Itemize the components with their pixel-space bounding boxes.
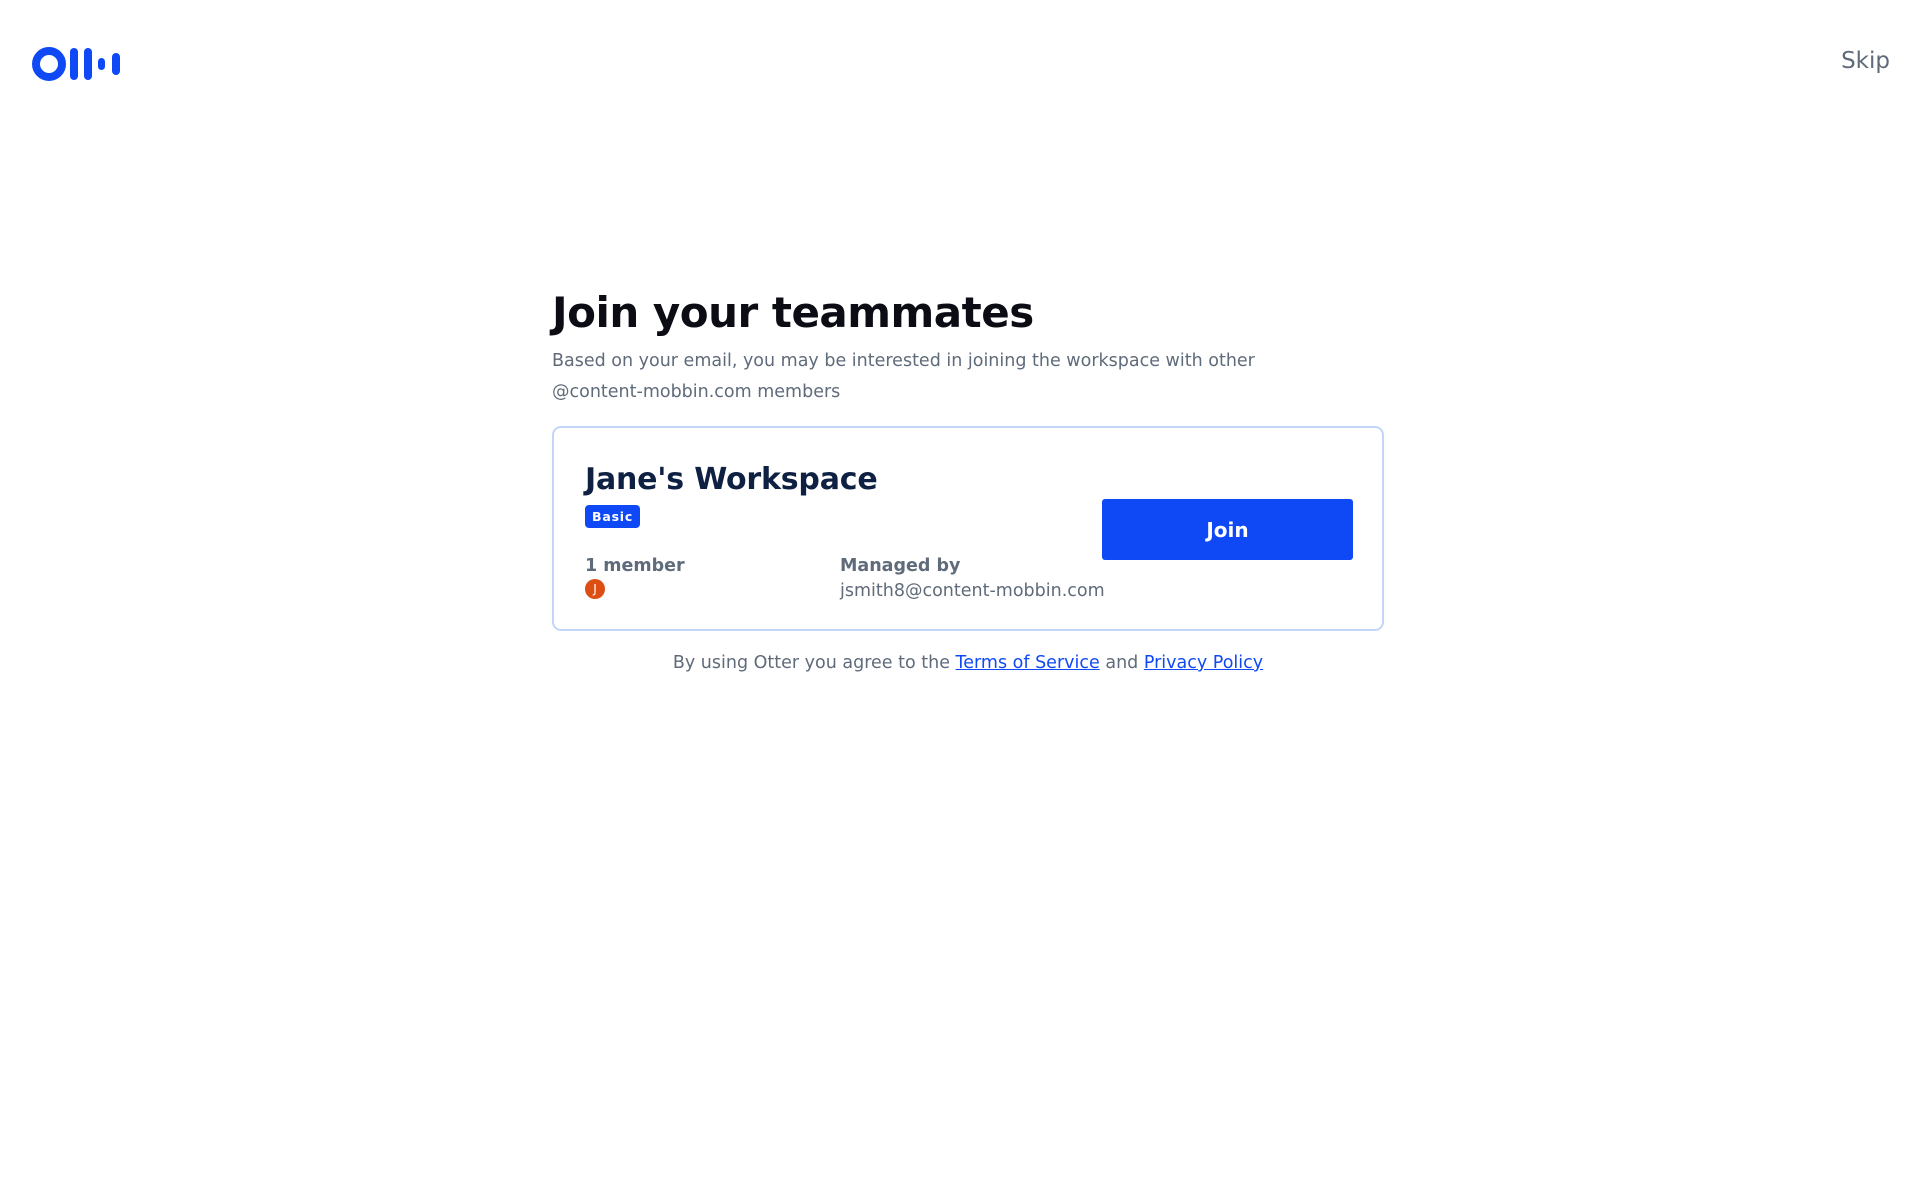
managed-by-email: jsmith8@content-mobbin.com bbox=[840, 581, 1105, 601]
member-count: 1 member bbox=[585, 556, 685, 576]
page-title: Join your teammates bbox=[552, 288, 1034, 337]
legal-conjunction: and bbox=[1105, 653, 1139, 673]
workspace-name: Jane's Workspace bbox=[585, 462, 878, 497]
avatar: J bbox=[585, 579, 605, 599]
workspace-card: Jane's Workspace Basic 1 member J Manage… bbox=[552, 426, 1384, 631]
terms-of-service-link[interactable]: Terms of Service bbox=[956, 653, 1100, 673]
page: Skip Join your teammates Based on your e… bbox=[0, 0, 1920, 1200]
page-subtitle: Based on your email, you may be interest… bbox=[552, 351, 1255, 402]
skip-link[interactable]: Skip bbox=[1841, 48, 1890, 74]
plan-badge: Basic bbox=[585, 505, 641, 528]
managed-by-label: Managed by bbox=[840, 556, 961, 576]
legal-notice: By using Otter you agree to the Terms of… bbox=[552, 653, 1384, 673]
join-button[interactable]: Join bbox=[1102, 499, 1353, 560]
privacy-policy-link[interactable]: Privacy Policy bbox=[1144, 653, 1263, 673]
join-teammates-section: Join your teammates Based on your email,… bbox=[552, 286, 1384, 673]
legal-prefix: By using Otter you agree to the bbox=[672, 653, 950, 673]
otter-logo-icon[interactable] bbox=[32, 44, 122, 84]
